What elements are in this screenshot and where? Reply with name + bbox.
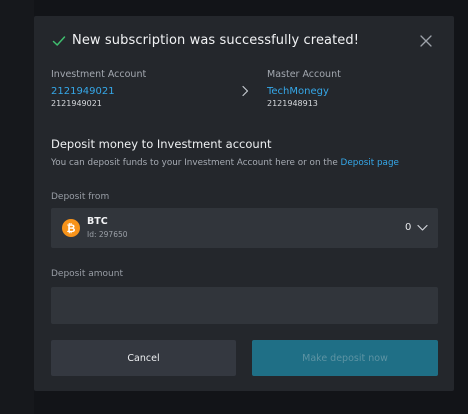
deposit-amount-label: Deposit amount (51, 269, 123, 279)
investment-account-label: Investment Account (51, 69, 147, 80)
investment-account-number: 2121949021 (51, 99, 102, 108)
deposit-from-label: Deposit from (51, 192, 110, 202)
checkmark-icon (52, 36, 66, 46)
cancel-button[interactable]: Cancel (51, 340, 236, 376)
deposit-from-select[interactable]: ₿ BTC Id: 297650 0 (51, 208, 438, 248)
dialog-header: New subscription was successfully create… (34, 16, 454, 66)
close-icon[interactable] (418, 33, 434, 49)
subscription-created-dialog: New subscription was successfully create… (34, 16, 454, 391)
master-account-link[interactable]: TechMonegy (267, 86, 341, 97)
make-deposit-button[interactable]: Make deposit now (252, 340, 438, 376)
chevron-down-icon (417, 224, 428, 231)
investment-account-info: Investment Account 2121949021 2121949021 (51, 69, 146, 108)
master-account-number: 2121948913 (267, 99, 318, 108)
master-account-info: Master Account TechMonegy 2121948913 (267, 69, 341, 108)
deposit-page-link[interactable]: Deposit page (341, 158, 399, 168)
deposit-description-text: You can deposit funds to your Investment… (51, 158, 341, 168)
deposit-amount-input[interactable] (51, 287, 438, 324)
svg-text:₿: ₿ (67, 222, 76, 235)
deposit-section-description: You can deposit funds to your Investment… (51, 158, 399, 168)
source-currency: BTC (87, 216, 108, 227)
master-account-label: Master Account (267, 69, 341, 80)
bitcoin-icon: ₿ (62, 219, 80, 237)
page-backdrop (0, 0, 34, 414)
investment-account-link[interactable]: 2121949021 (51, 86, 146, 97)
dialog-title: New subscription was successfully create… (72, 33, 360, 48)
deposit-section-title: Deposit money to Investment account (51, 137, 272, 151)
source-id: Id: 297650 (87, 230, 128, 239)
source-balance: 0 (405, 222, 412, 233)
chevron-right-icon (242, 85, 249, 97)
